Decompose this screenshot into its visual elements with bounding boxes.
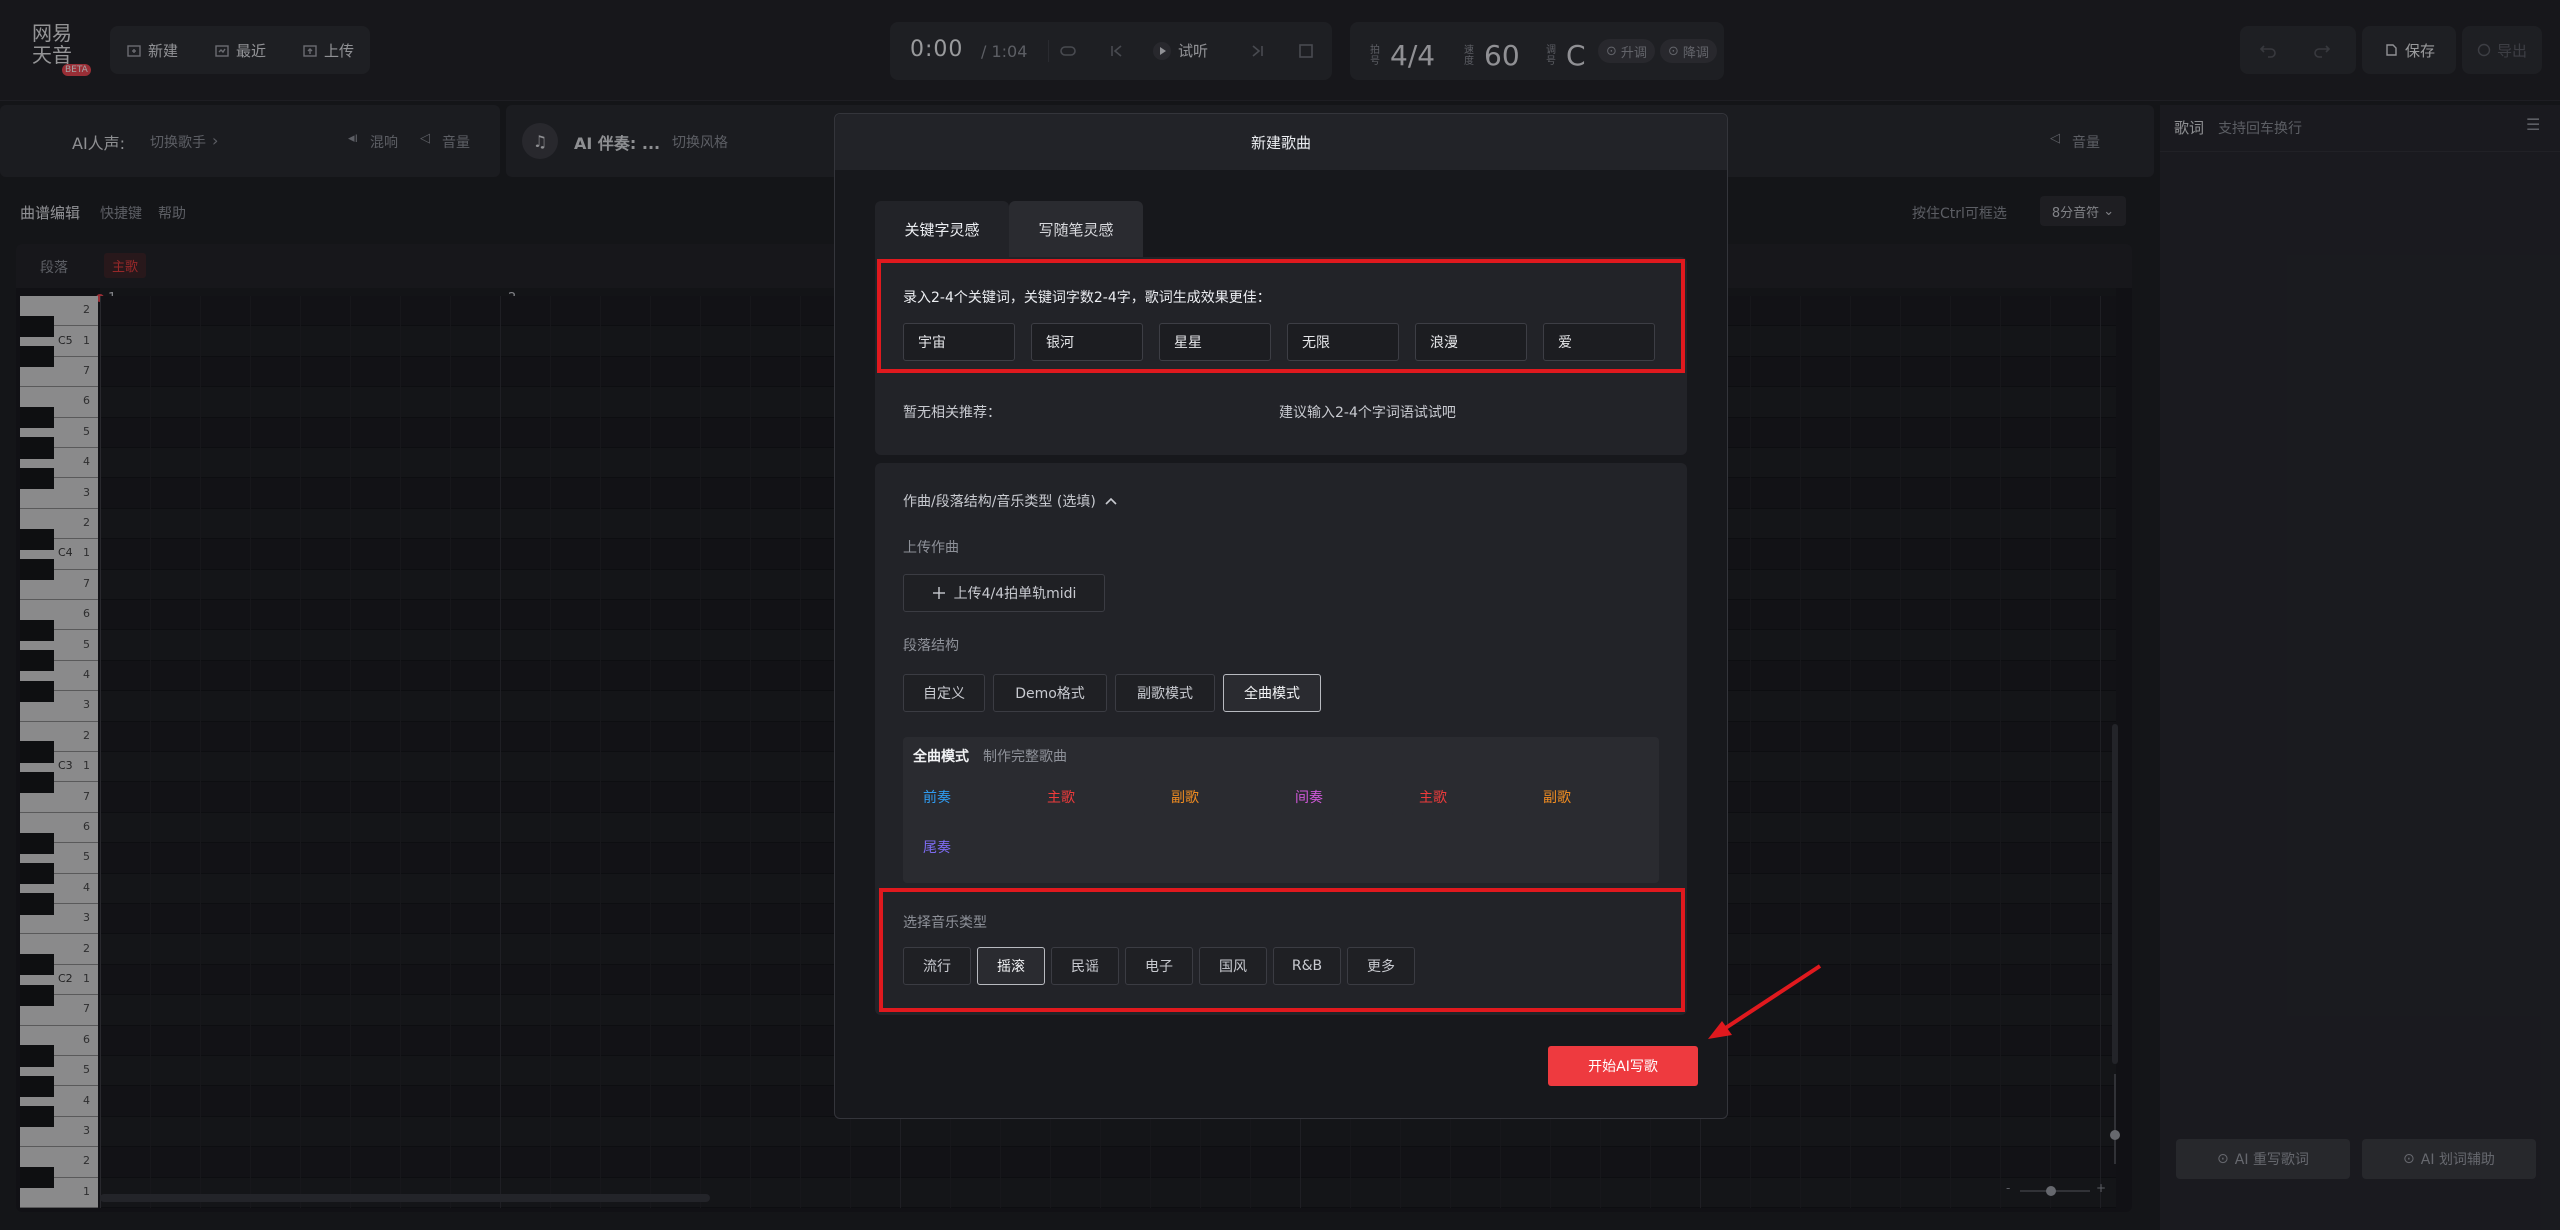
genre-option-label: R&B [1291,958,1323,974]
section-item[interactable]: 间奏 [1281,779,1393,815]
section-item[interactable]: 副歌 [1157,779,1269,815]
genre-option-label: 更多 [1367,959,1395,975]
genre-option[interactable]: 流行 [903,947,971,985]
structure-option-label: 自定义 [923,686,965,702]
genre-option[interactable]: 民谣 [1051,947,1119,985]
structure-option-label: 全曲模式 [1244,686,1300,702]
start-ai-label: 开始AI写歌 [1588,1059,1658,1075]
structure-title: 段落结构 [903,638,959,654]
upload-midi-button[interactable]: 上传4/4拍单轨midi [903,574,1105,612]
genre-title: 选择音乐类型 [903,915,987,931]
options-title: 作曲/段落结构/音乐类型 (选填) [903,494,1096,510]
plus-icon [932,586,946,600]
keyword-panel: 录入2-4个关键词，关键词字数2-4字，歌词生成效果更佳： 暂无相关推荐： 建议… [875,257,1687,455]
no-recommend-text: 暂无相关推荐： [903,405,1001,421]
tab-label: 关键字灵感 [904,220,980,239]
genre-option-label: 流行 [923,959,951,975]
upload-midi-label: 上传4/4拍单轨midi [953,586,1077,602]
chevron-up-icon [1104,496,1118,506]
keyword-input[interactable] [1031,323,1143,361]
suggest-text: 建议输入2-4个字词语试试吧 [1279,405,1456,421]
structure-option-label: 副歌模式 [1137,686,1193,702]
mode-name: 全曲模式 [913,749,969,765]
keyword-input[interactable] [1159,323,1271,361]
full-mode-panel: 全曲模式 制作完整歌曲 前奏 主歌 副歌 间奏 主歌 副歌 尾奏 [903,737,1659,883]
genre-option[interactable]: 更多 [1347,947,1415,985]
genre-option-label: 国风 [1219,959,1247,975]
section-item[interactable]: 前奏 [909,779,1021,815]
mode-description: 制作完整歌曲 [983,749,1067,765]
section-item[interactable]: 副歌 [1529,779,1641,815]
section-item[interactable]: 主歌 [1405,779,1517,815]
dialog-title: 新建歌曲 [835,114,1727,170]
structure-option[interactable]: Demo格式 [993,674,1107,712]
genre-option[interactable]: 国风 [1199,947,1267,985]
annotation-arrow-icon [1708,964,1822,1039]
keyword-input[interactable] [903,323,1015,361]
genre-option[interactable]: 摇滚 [977,947,1045,985]
section-item[interactable]: 尾奏 [909,829,1021,865]
genre-option-label: 民谣 [1071,959,1099,975]
genre-option-label: 摇滚 [997,959,1025,975]
genre-option[interactable]: 电子 [1125,947,1193,985]
structure-option-label: Demo格式 [1015,686,1085,702]
keyword-prompt: 录入2-4个关键词，关键词字数2-4字，歌词生成效果更佳： [903,290,1271,306]
keyword-input[interactable] [1543,323,1655,361]
structure-option[interactable]: 全曲模式 [1223,674,1321,712]
keyword-input[interactable] [1287,323,1399,361]
tab-label: 写随笔灵感 [1038,220,1114,239]
upload-title: 上传作曲 [903,540,959,556]
structure-option[interactable]: 副歌模式 [1115,674,1215,712]
start-ai-writing-button[interactable]: 开始AI写歌 [1548,1046,1698,1086]
genre-option[interactable]: R&B [1273,947,1341,985]
section-item[interactable]: 主歌 [1033,779,1145,815]
genre-option-label: 电子 [1145,959,1173,975]
tab-keyword-inspiration[interactable]: 关键字灵感 [875,201,1009,257]
keyword-input[interactable] [1415,323,1527,361]
options-panel: 作曲/段落结构/音乐类型 (选填) 上传作曲 上传4/4拍单轨midi 段落结构… [875,463,1687,1015]
tab-essay-inspiration[interactable]: 写随笔灵感 [1009,201,1143,257]
structure-option[interactable]: 自定义 [903,674,985,712]
options-toggle[interactable]: 作曲/段落结构/音乐类型 (选填) [903,491,1118,511]
new-song-dialog: 新建歌曲 关键字灵感 写随笔灵感 录入2-4个关键词，关键词字数2-4字，歌词生… [834,113,1728,1119]
